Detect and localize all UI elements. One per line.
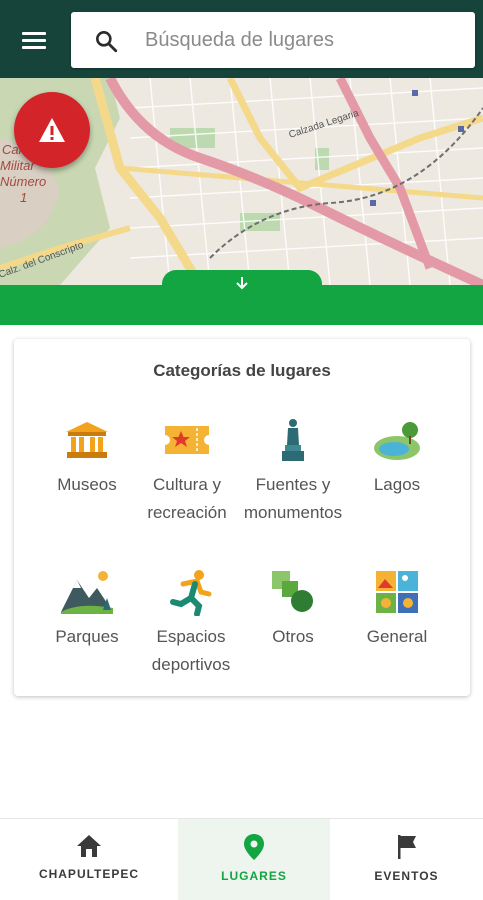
category-label: General (366, 627, 428, 646)
museum-icon (66, 422, 108, 458)
map-collapse-tab[interactable] (162, 270, 322, 296)
map-road-legaria: Calzada Legaria (288, 108, 361, 141)
alert-button[interactable] (14, 92, 90, 168)
arrow-down-icon (236, 277, 248, 290)
flag-icon (397, 835, 416, 859)
hamburger-menu-icon[interactable] (14, 22, 54, 58)
search-bar[interactable] (71, 12, 475, 68)
categories-card: Categorías de lugares Museos Cultura y r (14, 339, 470, 696)
ticket-icon (165, 426, 209, 454)
category-fuentes[interactable]: Fuentes y monumentos (238, 415, 348, 527)
category-general[interactable]: General (342, 567, 452, 651)
category-otros[interactable]: Otros (238, 567, 348, 651)
category-label: Museos (57, 475, 117, 494)
map-label-military-3: Número (0, 174, 46, 189)
nav-item-eventos[interactable]: EVENTOS (330, 819, 483, 900)
category-label: Otros (272, 627, 314, 646)
category-museos[interactable]: Museos (32, 415, 142, 499)
category-parques[interactable]: Parques (32, 567, 142, 651)
categories-title: Categorías de lugares (153, 361, 331, 380)
app-bar (0, 0, 483, 78)
map-label-military-4: 1 (20, 190, 27, 205)
menu-line (22, 31, 46, 35)
nav-item-lugares[interactable]: LUGARES (178, 819, 330, 900)
menu-line (22, 38, 46, 42)
nav-item-chapultepec[interactable]: CHAPULTEPEC (0, 819, 178, 900)
statue-icon (282, 419, 304, 461)
nav-label: EVENTOS (374, 869, 439, 883)
category-label: Lagos (373, 475, 421, 494)
bottom-navigation: CHAPULTEPEC LUGARES EVENTOS (0, 818, 483, 900)
category-label: Fuentes y monumentos (243, 475, 343, 522)
lake-icon (374, 422, 420, 460)
grid-icon (376, 571, 418, 613)
shapes-icon (272, 571, 313, 612)
search-icon (96, 31, 118, 53)
category-label: Parques (55, 627, 119, 646)
warning-icon (39, 118, 65, 142)
category-cultura[interactable]: Cultura y recreación (132, 415, 242, 527)
category-label: Cultura y recreación (147, 475, 227, 522)
category-espacios[interactable]: Espacios deportivos (136, 567, 246, 679)
nav-label: CHAPULTEPEC (38, 867, 140, 881)
search-input[interactable] (145, 12, 465, 68)
park-icon (61, 571, 113, 614)
category-label: Espacios deportivos (151, 627, 231, 674)
runner-icon (170, 570, 212, 616)
category-lagos[interactable]: Lagos (342, 415, 452, 499)
home-icon (77, 835, 101, 857)
location-pin-icon (244, 834, 264, 860)
nav-label: LUGARES (221, 869, 287, 883)
menu-line (22, 45, 46, 49)
